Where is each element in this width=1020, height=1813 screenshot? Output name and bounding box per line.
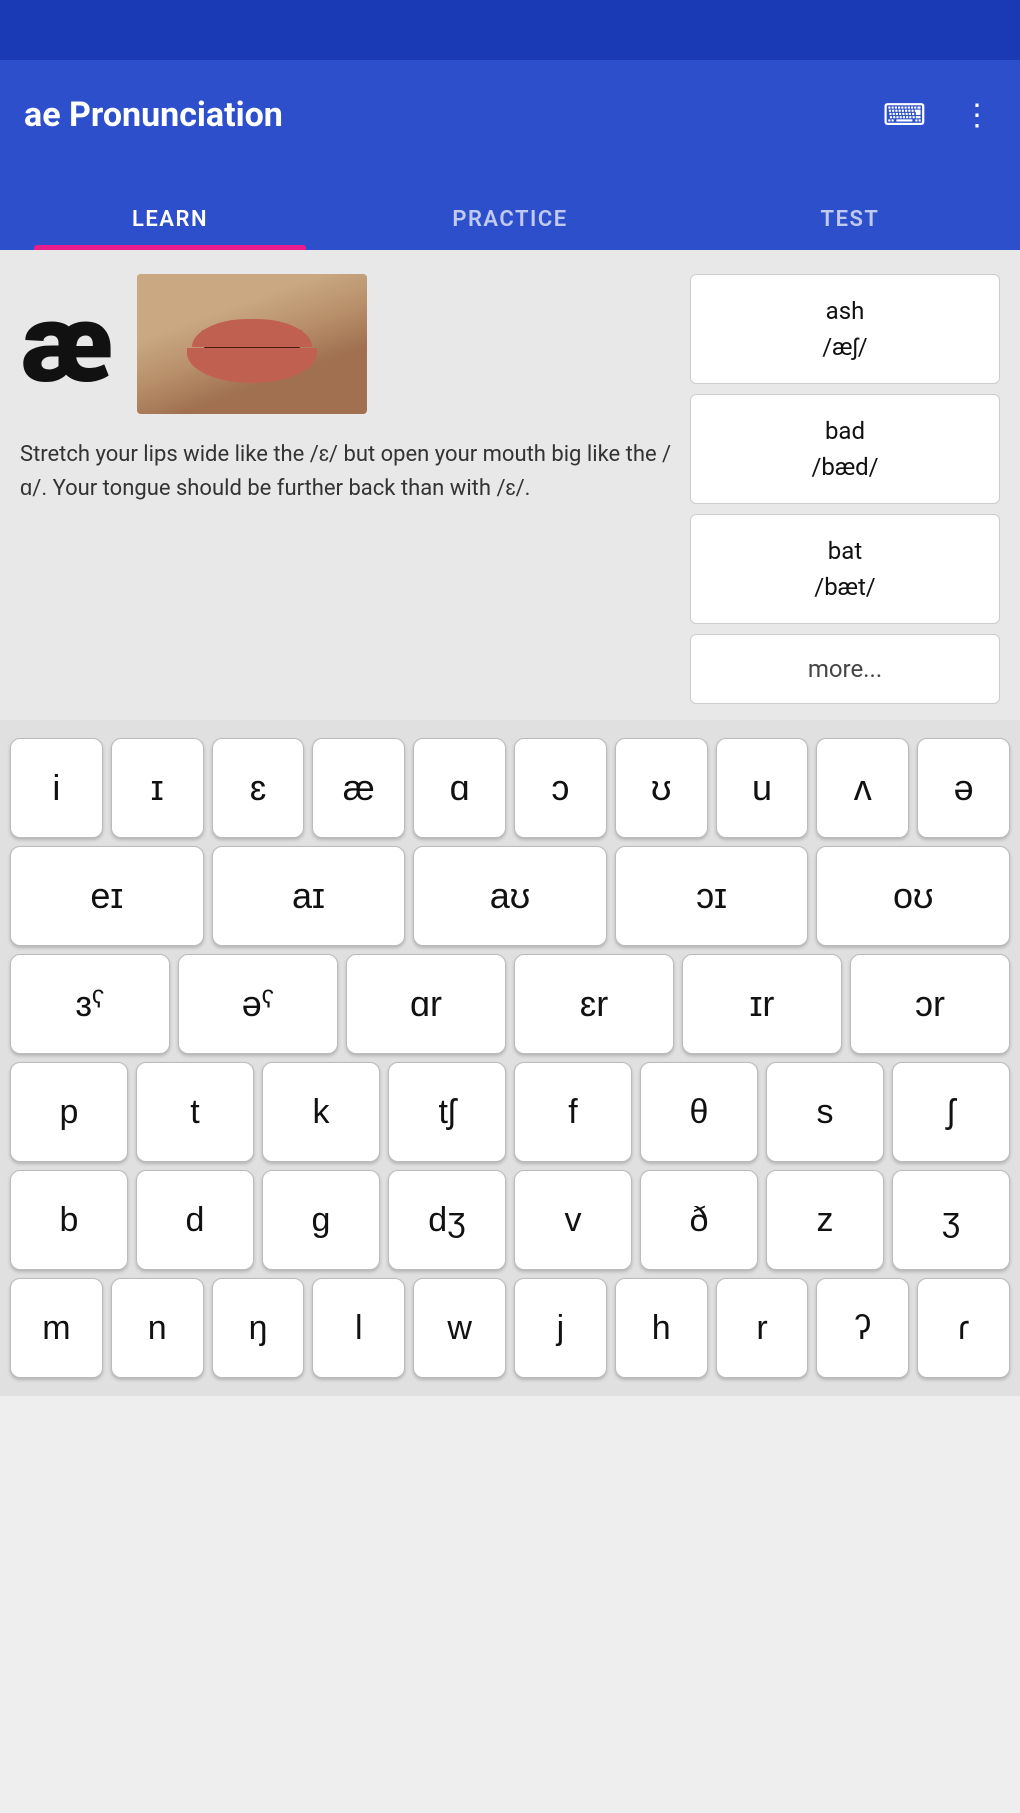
key-eth[interactable]: ð: [640, 1170, 758, 1270]
key-ae[interactable]: æ: [312, 738, 405, 838]
phoneme-display: æ: [20, 274, 674, 414]
key-oi[interactable]: ɔɪ: [615, 846, 809, 946]
word-bad: bad: [701, 413, 989, 449]
key-small-capital-i[interactable]: ɪ: [111, 738, 204, 838]
key-z[interactable]: z: [766, 1170, 884, 1270]
ipa-bat: /bæt/: [701, 569, 989, 605]
ipa-keyboard: i ɪ ɛ æ ɑ ɔ ʊ u ʌ ə eɪ aɪ aʊ ɔɪ oʊ ɜˤ əˤ…: [0, 720, 1020, 1396]
left-panel: æ Stretch your lips wide like the /ɛ/ bu…: [20, 274, 674, 704]
keyboard-icon: ⌨: [883, 99, 926, 132]
word-card-bad[interactable]: bad /bæd/: [690, 394, 1000, 504]
key-ei[interactable]: eɪ: [10, 846, 204, 946]
key-ou[interactable]: oʊ: [816, 846, 1010, 946]
key-p[interactable]: p: [10, 1062, 128, 1162]
key-au[interactable]: aʊ: [413, 846, 607, 946]
tab-test[interactable]: TEST: [680, 207, 1020, 250]
word-card-ash[interactable]: ash /æʃ/: [690, 274, 1000, 384]
tab-practice[interactable]: PRACTICE: [340, 207, 680, 250]
key-dzh[interactable]: dʒ: [388, 1170, 506, 1270]
right-panel: ash /æʃ/ bad /bæd/ bat /bæt/ more...: [690, 274, 1000, 704]
keyboard-row-2: eɪ aɪ aʊ ɔɪ oʊ: [10, 846, 1010, 946]
key-h[interactable]: h: [615, 1278, 708, 1378]
ipa-ash: /æʃ/: [701, 329, 989, 365]
ipa-bad: /bæd/: [701, 449, 989, 485]
mouth-image: [137, 274, 367, 414]
keyboard-row-4: p t k tʃ f θ s ʃ: [10, 1062, 1010, 1162]
word-ash: ash: [701, 293, 989, 329]
key-f[interactable]: f: [514, 1062, 632, 1162]
phoneme-description: Stretch your lips wide like the /ɛ/ but …: [20, 438, 674, 506]
main-content: æ Stretch your lips wide like the /ɛ/ bu…: [0, 250, 1020, 720]
more-vert-icon: ⋮: [962, 99, 992, 132]
key-i[interactable]: i: [10, 738, 103, 838]
keyboard-row-5: b d g dʒ v ð z ʒ: [10, 1170, 1010, 1270]
keyboard-row-6: m n ŋ l w j h r ʔ ɾ: [10, 1278, 1010, 1378]
key-v[interactable]: v: [514, 1170, 632, 1270]
key-eng[interactable]: ŋ: [212, 1278, 305, 1378]
key-or[interactable]: ɔr: [850, 954, 1010, 1054]
key-w[interactable]: w: [413, 1278, 506, 1378]
key-theta[interactable]: θ: [640, 1062, 758, 1162]
key-g[interactable]: g: [262, 1170, 380, 1270]
key-r[interactable]: r: [716, 1278, 809, 1378]
key-k[interactable]: k: [262, 1062, 380, 1162]
word-bat: bat: [701, 533, 989, 569]
key-alpha[interactable]: ɑ: [413, 738, 506, 838]
menu-button[interactable]: ⋮: [958, 94, 996, 137]
key-s[interactable]: s: [766, 1062, 884, 1162]
key-schwa[interactable]: ə: [917, 738, 1010, 838]
key-glottal-stop[interactable]: ʔ: [816, 1278, 909, 1378]
key-flap[interactable]: ɾ: [917, 1278, 1010, 1378]
lips-lower: [187, 348, 317, 383]
key-schwa-r[interactable]: əˤ: [178, 954, 338, 1054]
key-er[interactable]: ɛr: [514, 954, 674, 1054]
key-ar[interactable]: ɑr: [346, 954, 506, 1054]
keyboard-row-3: ɜˤ əˤ ɑr ɛr ɪr ɔr: [10, 954, 1010, 1054]
key-esh[interactable]: ʃ: [892, 1062, 1010, 1162]
key-ezh[interactable]: ʒ: [892, 1170, 1010, 1270]
key-l[interactable]: l: [312, 1278, 405, 1378]
key-t[interactable]: t: [136, 1062, 254, 1162]
more-button[interactable]: more...: [690, 634, 1000, 704]
app-bar-actions: ⌨ ⋮: [879, 94, 996, 137]
lips-upper: [192, 319, 312, 347]
tab-bar: LEARN PRACTICE TEST: [0, 170, 1020, 250]
key-epsilon[interactable]: ɛ: [212, 738, 305, 838]
tab-learn[interactable]: LEARN: [0, 207, 340, 250]
key-tsh[interactable]: tʃ: [388, 1062, 506, 1162]
key-b[interactable]: b: [10, 1170, 128, 1270]
key-upsilon[interactable]: ʊ: [615, 738, 708, 838]
word-card-bat[interactable]: bat /bæt/: [690, 514, 1000, 624]
keyboard-row-1: i ɪ ɛ æ ɑ ɔ ʊ u ʌ ə: [10, 738, 1010, 838]
key-d[interactable]: d: [136, 1170, 254, 1270]
key-open-mid-central-r[interactable]: ɜˤ: [10, 954, 170, 1054]
key-u[interactable]: u: [716, 738, 809, 838]
keyboard-icon-button[interactable]: ⌨: [879, 94, 930, 137]
key-n[interactable]: n: [111, 1278, 204, 1378]
app-bar: ae Pronunciation ⌨ ⋮: [0, 60, 1020, 170]
key-open-o[interactable]: ɔ: [514, 738, 607, 838]
key-ir[interactable]: ɪr: [682, 954, 842, 1054]
app-title: ae Pronunciation: [24, 95, 283, 135]
phoneme-symbol: æ: [20, 289, 113, 399]
status-bar: [0, 0, 1020, 60]
key-wedge[interactable]: ʌ: [816, 738, 909, 838]
key-j[interactable]: j: [514, 1278, 607, 1378]
key-m[interactable]: m: [10, 1278, 103, 1378]
key-ai[interactable]: aɪ: [212, 846, 406, 946]
